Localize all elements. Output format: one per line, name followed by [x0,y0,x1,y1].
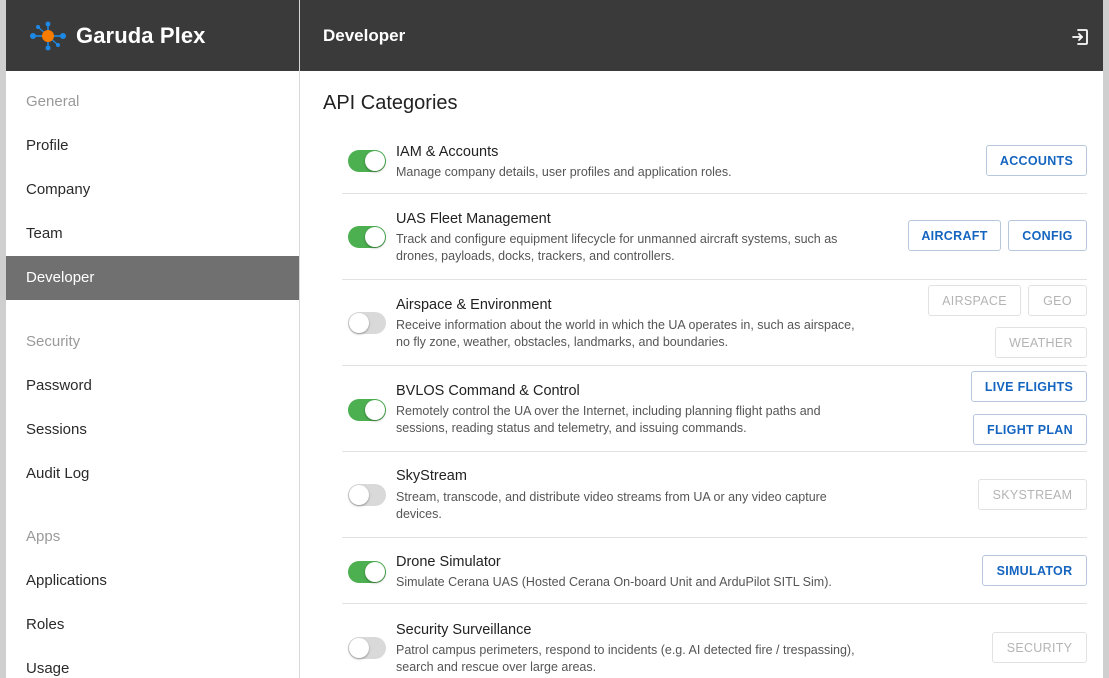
flight-plan-button[interactable]: FLIGHT PLAN [973,414,1087,445]
nav-section-apps: Apps [26,528,61,545]
toggle-security-surveillance[interactable] [348,637,386,659]
category-name: UAS Fleet Management [396,211,551,227]
sidebar-item-sessions[interactable]: Sessions [6,408,299,452]
category-description: Simulate Cerana UAS (Hosted Cerana On-bo… [396,575,832,589]
toggle-uas-fleet[interactable] [348,226,386,248]
brand-bar: Garuda Plex [6,0,299,71]
toggle-knob [365,562,385,582]
sidebar-item-developer[interactable]: Developer [6,256,299,300]
geo-button[interactable]: GEO [1028,285,1087,316]
security-button[interactable]: SECURITY [992,632,1087,663]
airspace-button[interactable]: AIRSPACE [928,285,1021,316]
sidebar-item-company[interactable]: Company [6,168,299,212]
toggle-knob [365,400,385,420]
toggle-knob [349,313,369,333]
sidebar: Garuda Plex General Profile Company Team… [6,0,300,678]
category-row-iam: IAM & Accounts Manage company details, u… [342,134,1087,194]
category-description: Manage company details, user profiles an… [396,165,732,179]
category-row-drone-simulator: Drone Simulator Simulate Cerana UAS (Hos… [342,538,1087,604]
sidebar-item-profile[interactable]: Profile [6,124,299,168]
live-flights-button[interactable]: LIVE FLIGHTS [971,371,1087,402]
toggle-knob [365,227,385,247]
category-description: Stream, transcode, and distribute video … [396,490,827,521]
garuda-logo-icon [30,21,66,50]
toggle-knob [349,638,369,658]
category-name: BVLOS Command & Control [396,383,580,399]
accounts-button[interactable]: ACCOUNTS [986,145,1087,176]
toggle-drone-simulator[interactable] [348,561,386,583]
toggle-bvlos[interactable] [348,399,386,421]
main-content: API Categories IAM & Accounts Manage com… [300,71,1103,678]
category-row-bvlos: BVLOS Command & Control Remotely control… [342,366,1087,452]
sidebar-item-applications[interactable]: Applications [6,559,299,603]
category-name: Airspace & Environment [396,297,552,313]
skystream-button[interactable]: SKYSTREAM [978,479,1087,510]
toggle-knob [349,485,369,505]
category-row-uas-fleet: UAS Fleet Management Track and configure… [342,194,1087,280]
sidebar-item-password[interactable]: Password [6,364,299,408]
brand-name: Garuda Plex [76,22,206,48]
category-description: Receive information about the world in w… [396,318,855,349]
category-row-airspace: Airspace & Environment Receive informati… [342,280,1087,366]
category-row-skystream: SkyStream Stream, transcode, and distrib… [342,452,1087,538]
page-title: Developer [323,25,406,45]
category-name: Drone Simulator [396,554,501,570]
toggle-knob [365,151,385,171]
category-name: Security Surveillance [396,622,532,638]
category-name: SkyStream [396,468,467,484]
category-description: Track and configure equipment lifecycle … [396,232,838,263]
sidebar-item-usage[interactable]: Usage [6,647,299,678]
category-description: Patrol campus perimeters, respond to inc… [396,643,855,674]
config-button[interactable]: CONFIG [1008,220,1087,251]
nav-section-general: General [26,93,80,110]
logout-icon[interactable] [1071,28,1089,46]
nav-section-security: Security [26,333,81,350]
top-bar: Developer [300,0,1103,71]
simulator-button[interactable]: SIMULATOR [982,555,1087,586]
toggle-airspace[interactable] [348,312,386,334]
sidebar-item-audit-log[interactable]: Audit Log [6,452,299,496]
aircraft-button[interactable]: AIRCRAFT [908,220,1001,251]
toggle-skystream[interactable] [348,484,386,506]
section-heading: API Categories [323,92,458,114]
category-description: Remotely control the UA over the Interne… [396,404,821,435]
category-row-security-surveillance: Security Surveillance Patrol campus peri… [342,604,1087,678]
app-window: Garuda Plex General Profile Company Team… [0,0,1109,678]
sidebar-item-roles[interactable]: Roles [6,603,299,647]
toggle-iam[interactable] [348,150,386,172]
sidebar-item-team[interactable]: Team [6,212,299,256]
category-name: IAM & Accounts [396,144,499,160]
weather-button[interactable]: WEATHER [995,327,1087,358]
